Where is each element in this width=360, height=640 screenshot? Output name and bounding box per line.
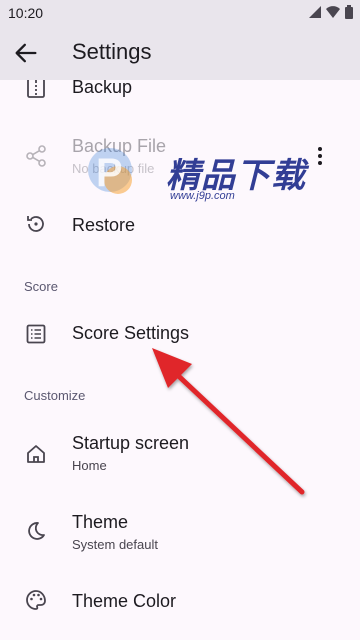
startup-screen-summary: Home (72, 458, 107, 473)
status-bar: 10:20 (0, 0, 360, 26)
status-icons (308, 5, 354, 24)
watermark-p-logo-icon: P (88, 148, 132, 195)
backup-title: Backup (72, 77, 133, 97)
startup-screen-row[interactable]: Startup screen Home (0, 424, 360, 484)
restore-icon (24, 212, 48, 236)
watermark-logo: P 精品下载 www.j9p.com (86, 140, 306, 210)
list-icon (24, 322, 48, 346)
settings-list: Backup Backup File No backup file Restor… (0, 0, 360, 640)
more-vert-icon[interactable] (308, 144, 332, 168)
wifi-icon (326, 5, 340, 24)
theme-row[interactable]: Theme System default (0, 503, 360, 563)
theme-color-row[interactable]: Theme Color (0, 580, 360, 624)
page-title: Settings (72, 39, 152, 64)
section-header-customize: Customize (24, 388, 86, 403)
theme-title: Theme (72, 512, 129, 532)
score-settings-title: Score Settings (72, 323, 190, 343)
restore-title: Restore (72, 215, 136, 235)
svg-text:P: P (96, 151, 123, 195)
palette-icon (24, 588, 48, 612)
dark-mode-icon (24, 519, 48, 543)
signal-icon (308, 5, 322, 24)
theme-color-title: Theme Color (72, 591, 177, 611)
theme-summary: System default (72, 537, 158, 552)
watermark-url: www.j9p.com (170, 190, 235, 202)
score-settings-row[interactable]: Score Settings (0, 312, 360, 356)
startup-screen-title: Startup screen (72, 433, 190, 453)
home-icon (24, 442, 48, 466)
app-bar: Settings (0, 26, 360, 80)
share-icon (24, 144, 48, 168)
section-header-score: Score (24, 279, 58, 294)
status-time: 10:20 (8, 5, 44, 21)
back-arrow-icon[interactable] (12, 39, 40, 67)
battery-icon (344, 5, 354, 24)
